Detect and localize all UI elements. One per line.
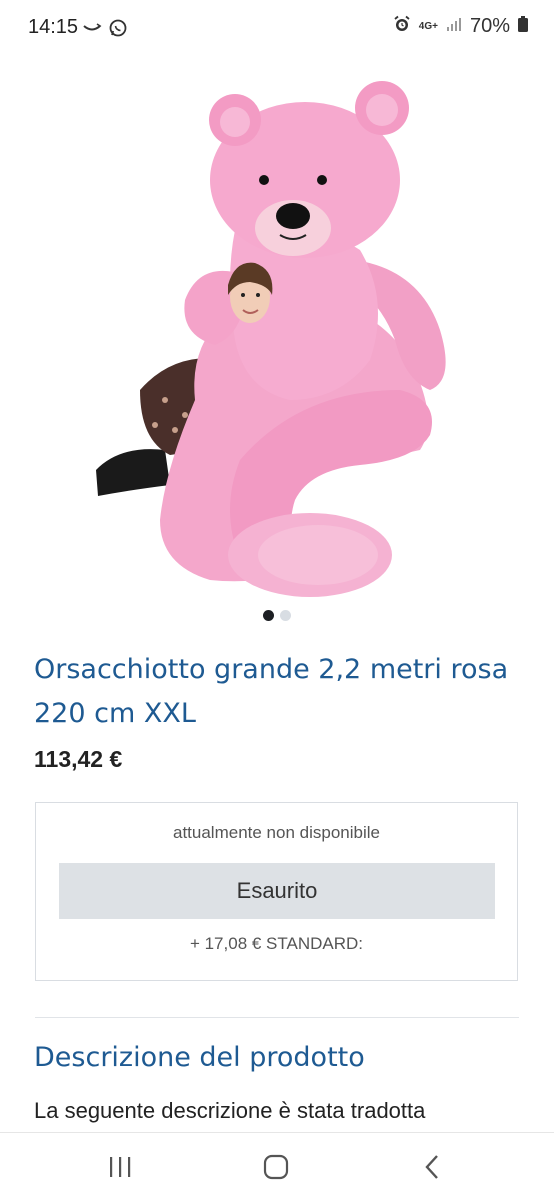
- back-icon[interactable]: [412, 1151, 452, 1183]
- description-heading: Descrizione del prodotto: [34, 1042, 365, 1073]
- shipping-cost: + 17,08 € STANDARD:: [189, 934, 364, 953]
- signal-icon: [446, 17, 462, 36]
- product-price: 113,42 €: [34, 746, 123, 772]
- system-nav-bar: [0, 1132, 554, 1201]
- network-type: 4G+: [418, 20, 438, 32]
- teddy-bear-image: [96, 81, 446, 597]
- status-left-icons: [82, 18, 128, 43]
- carousel-indicator[interactable]: [0, 610, 554, 621]
- battery-icon: [518, 16, 528, 37]
- product-image[interactable]: [0, 60, 554, 610]
- home-icon[interactable]: [256, 1151, 296, 1183]
- carousel-dot-2[interactable]: [280, 610, 291, 621]
- description-text: La seguente descrizione è stata tradotta: [34, 1098, 426, 1123]
- status-right-icons: 4G+ 70%: [393, 15, 528, 38]
- section-divider: [35, 1017, 519, 1018]
- carousel-dot-1[interactable]: [263, 610, 274, 621]
- recent-apps-icon[interactable]: [100, 1151, 140, 1183]
- buy-box: attualmente non disponibile Esaurito + 1…: [35, 802, 518, 981]
- status-bar: 14:15 4G+ 70%: [0, 0, 554, 58]
- status-time: 14:15: [28, 16, 79, 38]
- battery-percentage: 70%: [469, 15, 510, 37]
- amazon-smile-icon: [82, 22, 102, 40]
- product-title: Orsacchiotto grande 2,2 metri rosa 220 c…: [34, 654, 509, 729]
- sold-out-button[interactable]: Esaurito: [59, 863, 495, 919]
- alarm-icon: [393, 15, 411, 38]
- availability-text: attualmente non disponibile: [173, 823, 380, 842]
- whatsapp-icon: [108, 18, 128, 43]
